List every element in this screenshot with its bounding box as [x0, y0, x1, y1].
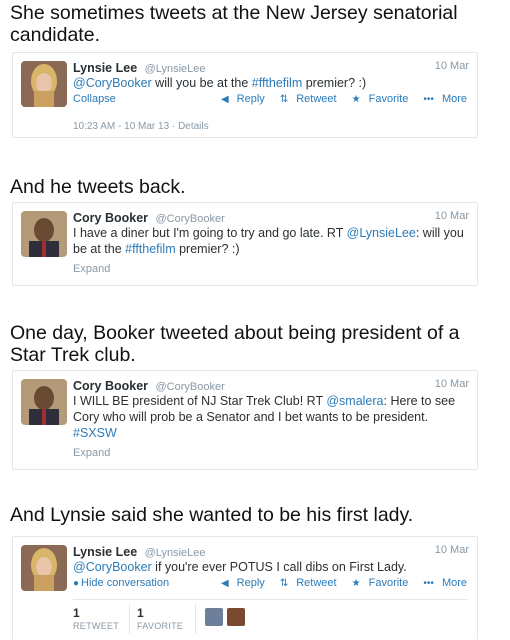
- star-icon: ★: [351, 94, 361, 105]
- tweet-footer: Expand: [73, 263, 467, 277]
- tweet-text: @CoryBooker if you're ever POTUS I call …: [73, 559, 469, 575]
- reply-label: Reply: [236, 577, 265, 589]
- avatar-booker[interactable]: [21, 211, 67, 257]
- author-handle[interactable]: @CoryBooker: [155, 213, 224, 225]
- tweet-text: @CoryBooker will you be at the #ffthefil…: [73, 75, 469, 91]
- author-handle[interactable]: @CoryBooker: [155, 381, 224, 393]
- favorite-button[interactable]: ★ Favorite: [346, 577, 409, 589]
- author-name[interactable]: Cory Booker: [73, 211, 148, 225]
- tweet-lynsie-2: Lynsie Lee @LynsieLee 10 Mar @CoryBooker…: [12, 536, 478, 640]
- details-link[interactable]: Details: [178, 121, 209, 132]
- mention-link[interactable]: @CoryBooker: [73, 76, 152, 90]
- mention-link[interactable]: @LynsieLee: [347, 226, 416, 240]
- tweet-date[interactable]: 10 Mar: [435, 60, 469, 72]
- caption-2: And he tweets back.: [10, 176, 186, 198]
- more-icon: •••: [423, 578, 434, 589]
- more-button[interactable]: ••• More: [417, 93, 467, 105]
- reply-button[interactable]: ◀ Reply: [215, 577, 265, 589]
- reply-icon: ◀: [220, 94, 229, 105]
- hashtag-link[interactable]: #ffthefilm: [252, 76, 303, 90]
- tweet-footer: Expand: [73, 447, 467, 461]
- retweet-button[interactable]: ⇅ Retweet: [274, 577, 337, 589]
- avatar-lynsie[interactable]: [21, 61, 67, 107]
- tweet-actions: ◀ Reply ⇅ Retweet ★ Favorite ••• More: [209, 93, 467, 105]
- tweet-header: Cory Booker @CoryBooker 10 Mar: [73, 377, 469, 393]
- more-icon: •••: [423, 94, 434, 105]
- hide-conversation-label: Hide conversation: [81, 577, 170, 589]
- avatar-lynsie[interactable]: [21, 545, 67, 591]
- favorite-count-label: FAVORITE: [137, 621, 184, 631]
- tweet-actions: ◀ Reply ⇅ Retweet ★ Favorite ••• More: [209, 577, 467, 589]
- reply-button[interactable]: ◀ Reply: [215, 93, 265, 105]
- reply-icon: ◀: [220, 578, 229, 589]
- dot-icon: ●: [73, 578, 80, 589]
- more-label: More: [441, 93, 467, 105]
- tweet-text-part: if you're ever POTUS I call dibs on Firs…: [151, 560, 407, 574]
- more-label: More: [441, 577, 467, 589]
- tweet-header: Lynsie Lee @LynsieLee 10 Mar: [73, 59, 469, 75]
- author-name[interactable]: Lynsie Lee: [73, 61, 137, 75]
- retweet-icon: ⇅: [279, 94, 289, 105]
- tweet-stats: 1 RETWEET 1 FAVORITE: [73, 599, 467, 640]
- tweet-header: Lynsie Lee @LynsieLee 10 Mar: [73, 543, 469, 559]
- retweet-button[interactable]: ⇅ Retweet: [274, 93, 337, 105]
- tweet-text: I have a diner but I'm going to try and …: [73, 225, 469, 257]
- stats-divider: [195, 604, 196, 634]
- retweet-label: Retweet: [296, 93, 337, 105]
- tweet-text-part: premier? :): [302, 76, 367, 90]
- hashtag-link[interactable]: #SXSW: [73, 426, 117, 440]
- caption-4: And Lynsie said she wanted to be his fir…: [10, 504, 414, 526]
- hashtag-link[interactable]: #ffthefilm: [125, 242, 176, 256]
- timestamp[interactable]: 10:23 AM - 10 Mar 13: [73, 121, 169, 132]
- caption-1: She sometimes tweets at the New Jersey s…: [10, 2, 458, 46]
- collapse-link[interactable]: Collapse: [73, 93, 116, 105]
- favorite-button[interactable]: ★ Favorite: [346, 93, 409, 105]
- expand-link[interactable]: Expand: [73, 447, 110, 459]
- retweet-count-label: RETWEET: [73, 621, 120, 631]
- caption-3: One day, Booker tweeted about being pres…: [10, 322, 460, 366]
- tweet-text: I WILL BE president of NJ Star Trek Club…: [73, 393, 469, 441]
- author-name[interactable]: Cory Booker: [73, 379, 148, 393]
- tweet-date[interactable]: 10 Mar: [435, 210, 469, 222]
- stats-divider: [129, 604, 130, 634]
- retweet-number: 1: [73, 606, 80, 620]
- tweet-booker-2: Cory Booker @CoryBooker 10 Mar I WILL BE…: [12, 370, 478, 470]
- author-handle[interactable]: @LynsieLee: [145, 547, 206, 559]
- star-icon: ★: [351, 578, 361, 589]
- avatar-booker[interactable]: [21, 379, 67, 425]
- tweet-meta: 10:23 AM - 10 Mar 13 · Details: [73, 121, 209, 132]
- hide-conversation-link[interactable]: ● Hide conversation: [73, 577, 169, 589]
- expand-link[interactable]: Expand: [73, 263, 110, 275]
- tweet-header: Cory Booker @CoryBooker 10 Mar: [73, 209, 469, 225]
- tweet-text-part: I have a diner but I'm going to try and …: [73, 226, 347, 240]
- favorite-label: Favorite: [368, 577, 409, 589]
- author-name[interactable]: Lynsie Lee: [73, 545, 137, 559]
- tweet-footer: ● Hide conversation ◀ Reply ⇅ Retweet ★ Favo…: [73, 577, 467, 591]
- favorite-count[interactable]: 1 FAVORITE: [137, 606, 183, 631]
- mention-link[interactable]: @smalera: [326, 394, 383, 408]
- favoriter-avatar[interactable]: [227, 608, 245, 626]
- more-button[interactable]: ••• More: [417, 577, 467, 589]
- tweet-booker-1: Cory Booker @CoryBooker 10 Mar I have a …: [12, 202, 478, 286]
- author-handle[interactable]: @LynsieLee: [145, 63, 206, 75]
- reply-label: Reply: [236, 93, 265, 105]
- retweet-count[interactable]: 1 RETWEET: [73, 606, 119, 631]
- retweet-label: Retweet: [296, 577, 337, 589]
- retweet-icon: ⇅: [279, 578, 289, 589]
- tweet-text-part: premier? :): [175, 242, 240, 256]
- tweet-lynsie-1: Lynsie Lee @LynsieLee 10 Mar @CoryBooker…: [12, 52, 478, 138]
- tweet-footer: Collapse ◀ Reply ⇅ Retweet ★ Favorite ••• Mo…: [73, 93, 467, 107]
- favorite-label: Favorite: [368, 93, 409, 105]
- tweet-text-part: will you be at the: [151, 76, 252, 90]
- tweet-date[interactable]: 10 Mar: [435, 544, 469, 556]
- mention-link[interactable]: @CoryBooker: [73, 560, 152, 574]
- tweet-date[interactable]: 10 Mar: [435, 378, 469, 390]
- favoriter-avatar[interactable]: [205, 608, 223, 626]
- tweet-text-part: I WILL BE president of NJ Star Trek Club…: [73, 394, 327, 408]
- favorite-number: 1: [137, 606, 144, 620]
